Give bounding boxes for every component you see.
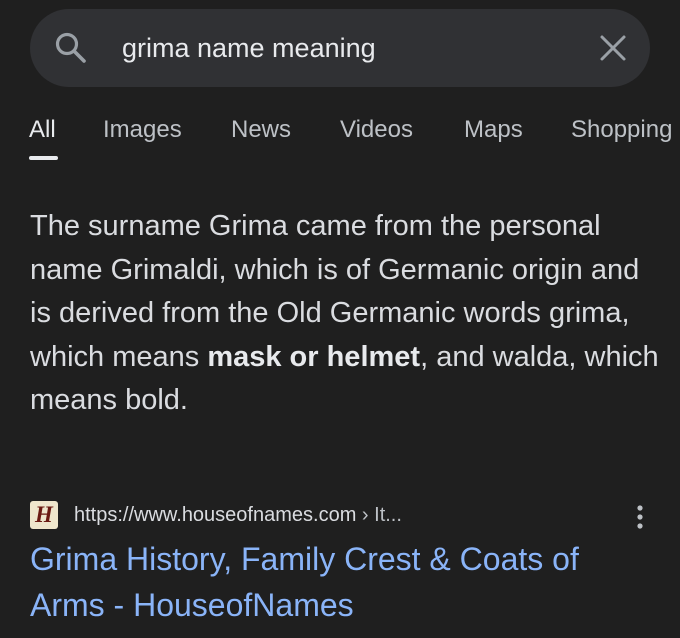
- site-favicon-icon: H: [30, 501, 58, 529]
- tab-videos[interactable]: Videos: [340, 116, 413, 144]
- active-tab-indicator: [29, 156, 58, 160]
- search-tabs: All Images News Videos Maps Shopping: [0, 112, 680, 162]
- close-icon[interactable]: [596, 31, 630, 65]
- search-input[interactable]: [122, 29, 562, 67]
- tab-maps[interactable]: Maps: [464, 116, 523, 144]
- search-bar[interactable]: [30, 9, 650, 87]
- favicon-letter: H: [35, 502, 53, 527]
- result-title-link[interactable]: Grima History, Family Crest & Coats of A…: [30, 536, 650, 628]
- result-url-breadcrumb: › It...: [356, 504, 402, 526]
- tab-images[interactable]: Images: [103, 116, 182, 144]
- featured-snippet: The surname Grima came from the personal…: [30, 205, 660, 423]
- tab-all[interactable]: All: [29, 116, 56, 144]
- more-vert-icon[interactable]: [628, 502, 652, 532]
- snippet-highlight: mask or helmet: [207, 340, 421, 373]
- result-url-domain: https://www.houseofnames.com: [74, 504, 357, 526]
- tab-shopping[interactable]: Shopping: [571, 116, 672, 144]
- result-url[interactable]: https://www.houseofnames.com › It...: [74, 501, 402, 529]
- tab-news[interactable]: News: [231, 116, 291, 144]
- result-source: H https://www.houseofnames.com › It...: [30, 496, 660, 536]
- search-icon[interactable]: [54, 31, 88, 65]
